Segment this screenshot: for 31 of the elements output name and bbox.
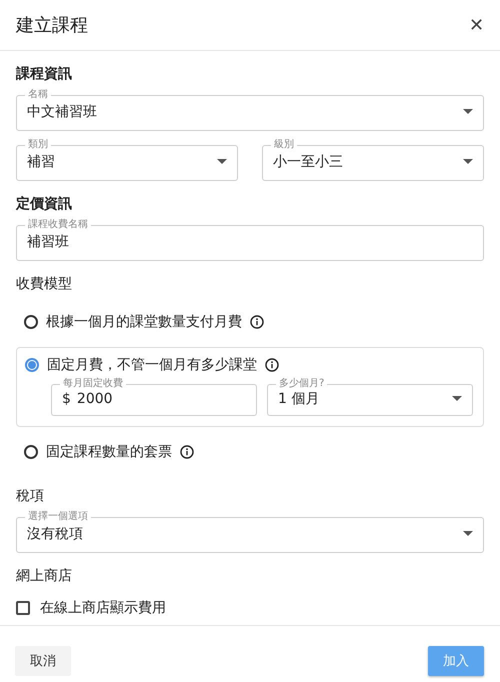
- dropdown-field[interactable]: 選擇一個選項 沒有稅項: [16, 513, 484, 553]
- input-field[interactable]: 課程收費名稱 補習班: [16, 221, 484, 261]
- section-title: 網上商店: [16, 567, 73, 585]
- dialog-title: 建立課程: [16, 14, 88, 37]
- checkbox[interactable]: [16, 601, 30, 615]
- dropdown-field[interactable]: 多少個月? 1 個月: [267, 380, 473, 416]
- caret-icon: [217, 159, 227, 164]
- dropdown-field[interactable]: 名稱 中文補習班: [16, 91, 484, 131]
- option-label: 固定月費，不管一個月有多少課堂: [47, 356, 257, 374]
- section-title: 課程資訊: [16, 65, 73, 83]
- radio-button[interactable]: [25, 358, 39, 372]
- section-title: 定價資訊: [16, 195, 73, 213]
- dropdown-field[interactable]: 類別 補習: [16, 141, 238, 181]
- info-icon[interactable]: [265, 358, 279, 372]
- option-label: 固定課程數量的套票: [46, 443, 172, 461]
- info-icon[interactable]: [250, 315, 264, 329]
- input-field[interactable]: 每月固定收費 $ 2000: [51, 380, 257, 416]
- dropdown-field[interactable]: 級別 小一至小三: [262, 141, 484, 181]
- info-icon[interactable]: [180, 445, 194, 459]
- close-button[interactable]: ✕: [465, 10, 488, 40]
- cancel-button[interactable]: 取消: [15, 646, 71, 676]
- checkbox-label: 在線上商店顯示費用: [40, 599, 166, 617]
- radio-button[interactable]: [24, 445, 38, 459]
- section-title: 稅項: [16, 487, 45, 505]
- radio-button[interactable]: [24, 315, 38, 329]
- section-title: 收費模型: [16, 275, 73, 293]
- caret-icon: [452, 396, 462, 401]
- caret-icon: [463, 159, 473, 164]
- caret-icon: [463, 109, 473, 114]
- option-label: 根據一個月的課堂數量支付月費: [46, 313, 242, 331]
- caret-icon: [463, 531, 473, 536]
